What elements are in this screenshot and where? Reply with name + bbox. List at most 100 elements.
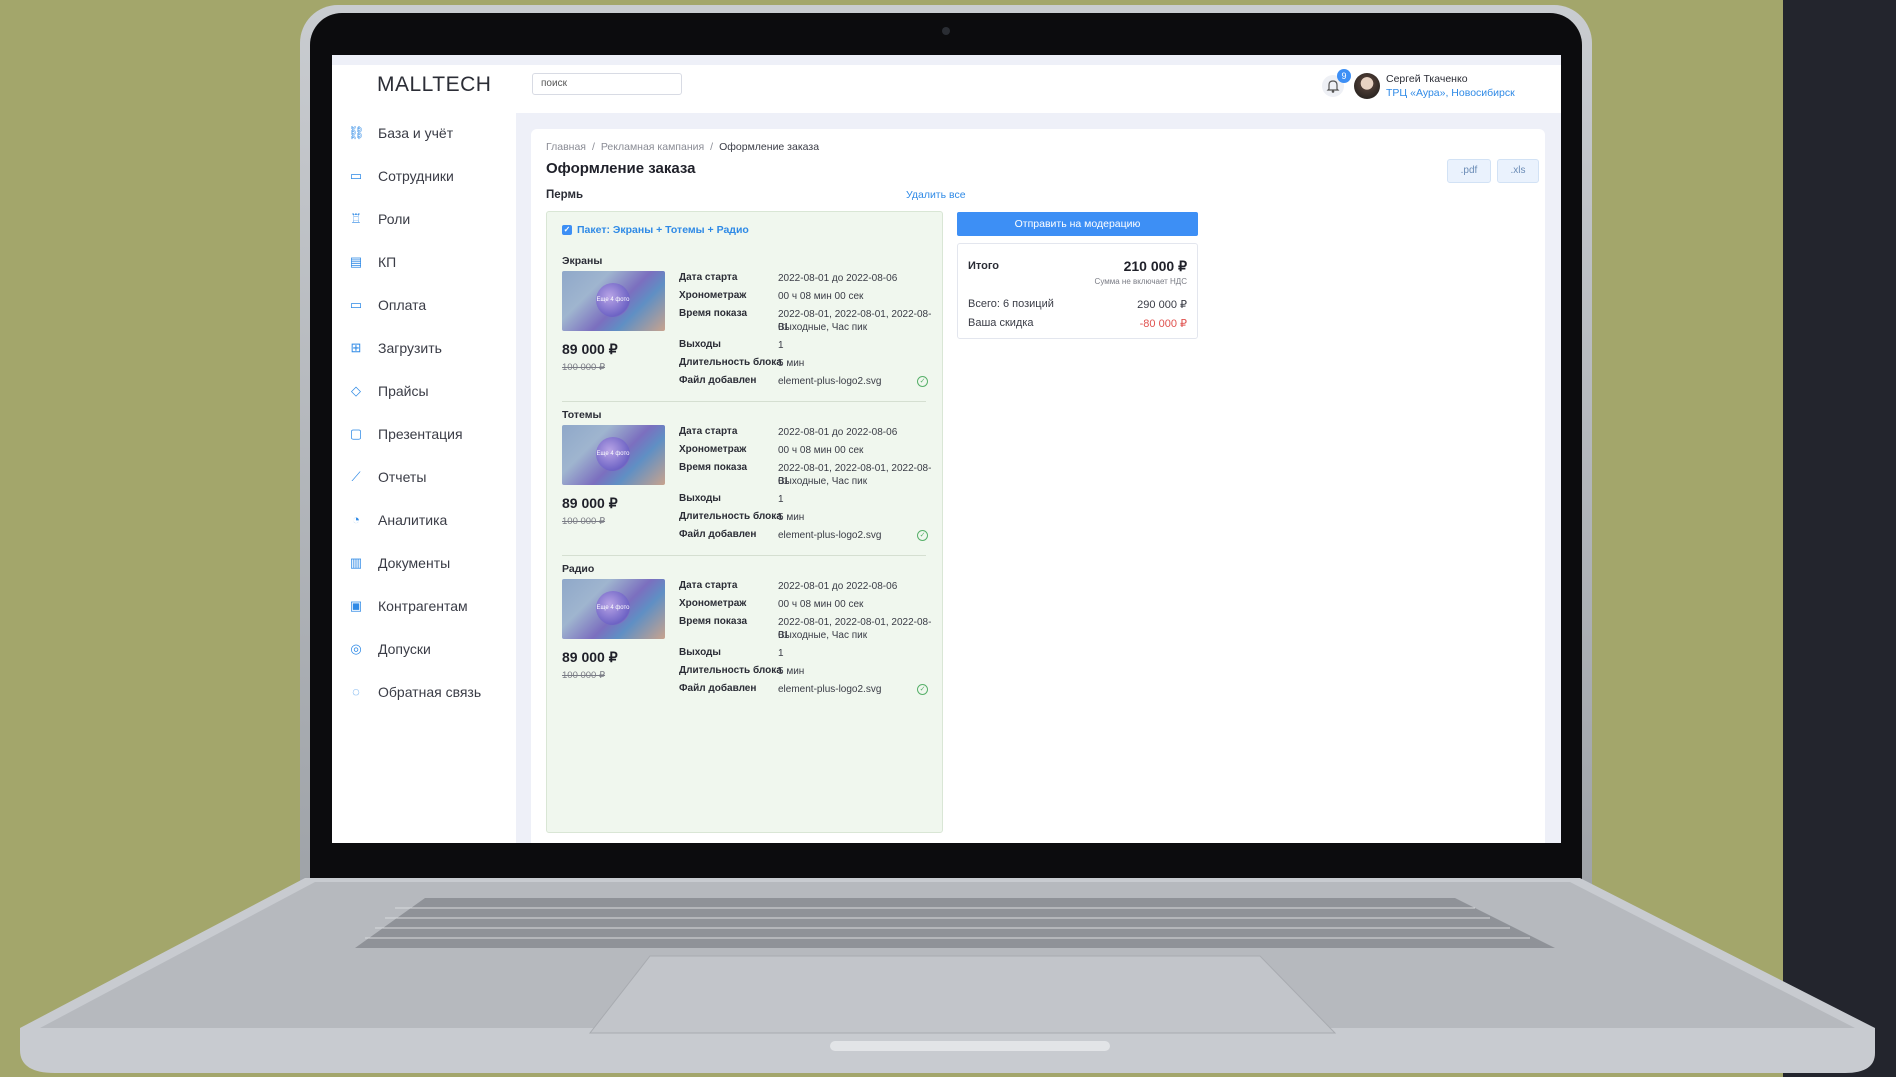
wallet-icon: ▭ [349,297,363,312]
discount-value: -80 000 ₽ [1139,318,1187,330]
id-card-icon: ▭ [349,168,363,183]
value-start: 2022-08-01 до 2022-08-06 [778,427,898,438]
divider [562,401,926,402]
check-circle-icon: ✓ [917,530,928,541]
value-duration: 00 ч 08 мин 00 сек [778,599,864,610]
value-time-extra: Выходные, Час пик [778,630,868,641]
tag-icon: ◇ [351,383,361,398]
chart-icon: ⟋ [351,469,361,484]
trophy-icon: ♖ [350,211,362,226]
document-icon: ▥ [349,555,363,570]
export-pdf-button[interactable]: .pdf [1447,159,1491,183]
media-thumbnail[interactable]: Еще 4 фото [562,271,665,331]
value-block: 5 мин [778,512,805,523]
sidebar-item-analytics[interactable]: ◔ Аналитика [348,510,447,530]
clipboard-icon: ▤ [349,254,363,269]
label-start: Дата старта [679,580,738,591]
pie-icon: ◔ [352,512,360,527]
sidebar-item-contractors[interactable]: ▣ Контрагентам [348,596,468,616]
briefcase-icon: ▣ [349,598,363,613]
breadcrumb-current: Оформление заказа [719,141,820,153]
sidebar-item-base[interactable]: ⛓ База и учёт [348,123,453,143]
value-file[interactable]: element-plus-logo2.svg [778,375,881,388]
old-price: 100 000 ₽ [562,670,606,681]
notification-badge: 9 [1337,69,1351,83]
upload-icon: ⊞ [350,340,362,355]
value-duration: 00 ч 08 мин 00 сек [778,445,864,456]
vat-note: Сумма не включает НДС [1094,277,1187,286]
price: 89 000 ₽ [562,495,618,511]
avatar[interactable] [1354,73,1380,99]
value-duration: 00 ч 08 мин 00 сек [778,291,864,302]
section-name: Экраны [562,255,603,267]
label-start: Дата старта [679,272,738,283]
label-duration: Хронометраж [679,598,747,609]
section-name: Радио [562,563,595,575]
package-section: Радио Еще 4 фото 89 000 ₽ 100 000 ₽ Дата… [547,563,942,753]
sidebar-item-permits[interactable]: ◎ Допуски [348,639,430,659]
value-file[interactable]: element-plus-logo2.svg [778,529,881,542]
label-outputs: Выходы [679,493,721,504]
user-location[interactable]: ТРЦ «Аура», Новосибирск [1386,87,1515,99]
sidebar-item-kp[interactable]: ▤ КП [348,252,396,272]
city-title: Пермь [546,189,584,201]
label-start: Дата старта [679,426,738,437]
sidebar-item-upload[interactable]: ⊞ Загрузить [348,338,442,358]
breadcrumb-campaign[interactable]: Рекламная кампания [601,141,704,153]
laptop-base [20,878,1875,1073]
package-card: ✓ Пакет: Экраны + Тотемы + Радио Экраны Е… [546,211,943,833]
sidebar-item-documents[interactable]: ▥ Документы [348,553,450,573]
sidebar-item-presentation[interactable]: ▢ Презентация [348,424,463,444]
label-outputs: Выходы [679,647,721,658]
logo: MALLTECH [377,73,492,96]
more-photos-badge: Еще 4 фото [596,437,630,471]
sidebar-item-roles[interactable]: ♖ Роли [348,209,410,229]
user-name[interactable]: Сергей Ткаченко [1386,73,1468,85]
label-time: Время показа [679,308,748,319]
sidebar-item-payment[interactable]: ▭ Оплата [348,295,426,315]
value-file[interactable]: element-plus-logo2.svg [778,683,881,696]
sidebar-item-reports[interactable]: ⟋ Отчеты [348,467,426,487]
summary-total: 210 000 ₽ [1123,258,1187,274]
sidebar: ⛓ База и учёт ▭ Сотрудники ♖ Роли ▤ КП ▭ Опла… [332,113,516,843]
presentation-icon: ▢ [349,426,363,441]
sidebar-item-feedback[interactable]: ◌ Обратная связь [348,682,481,702]
value-time-extra: Выходные, Час пик [778,322,868,333]
search-input[interactable]: поиск [532,73,682,95]
media-thumbnail[interactable]: Еще 4 фото [562,579,665,639]
old-price: 100 000 ₽ [562,362,606,373]
breadcrumb-home[interactable]: Главная [546,141,586,153]
delete-all-link[interactable]: Удалить все [906,189,966,201]
more-photos-badge: Еще 4 фото [596,591,630,625]
check-circle-icon: ✓ [917,684,928,695]
value-outputs: 1 [778,340,784,351]
value-outputs: 1 [778,648,784,659]
chat-icon: ◌ [352,684,360,699]
value-time-extra: Выходные, Час пик [778,476,868,487]
price: 89 000 ₽ [562,341,618,357]
check-icon: ✓ [562,225,572,235]
sidebar-item-prices[interactable]: ◇ Прайсы [348,381,429,401]
count-value: 290 000 ₽ [1137,299,1187,311]
order-summary: Итого 210 000 ₽ Сумма не включает НДС Вс… [957,243,1198,339]
divider [562,555,926,556]
label-time: Время показа [679,462,748,473]
count-label: Всего: 6 позиций [968,298,1054,310]
check-circle-icon: ✓ [917,376,928,387]
value-outputs: 1 [778,494,784,505]
old-price: 100 000 ₽ [562,516,606,527]
section-name: Тотемы [562,409,602,421]
camera [942,27,950,35]
coin-icon: ◎ [350,641,362,656]
media-thumbnail[interactable]: Еще 4 фото [562,425,665,485]
package-checkbox[interactable]: ✓ Пакет: Экраны + Тотемы + Радио [562,224,749,236]
summary-title: Итого [968,260,1000,272]
value-block: 5 мин [778,358,805,369]
page-title: Оформление заказа [546,160,696,177]
main-card: Главная / Рекламная кампания / Оформление за… [531,129,1545,843]
export-xls-button[interactable]: .xls [1497,159,1539,183]
app-screen: MALLTECH поиск 9 Сергей Ткаченко ТРЦ «Ау… [332,55,1561,843]
sidebar-item-employees[interactable]: ▭ Сотрудники [348,166,454,186]
send-to-moderation-button[interactable]: Отправить на модерацию [957,212,1198,236]
network-icon: ⛓ [348,125,365,140]
